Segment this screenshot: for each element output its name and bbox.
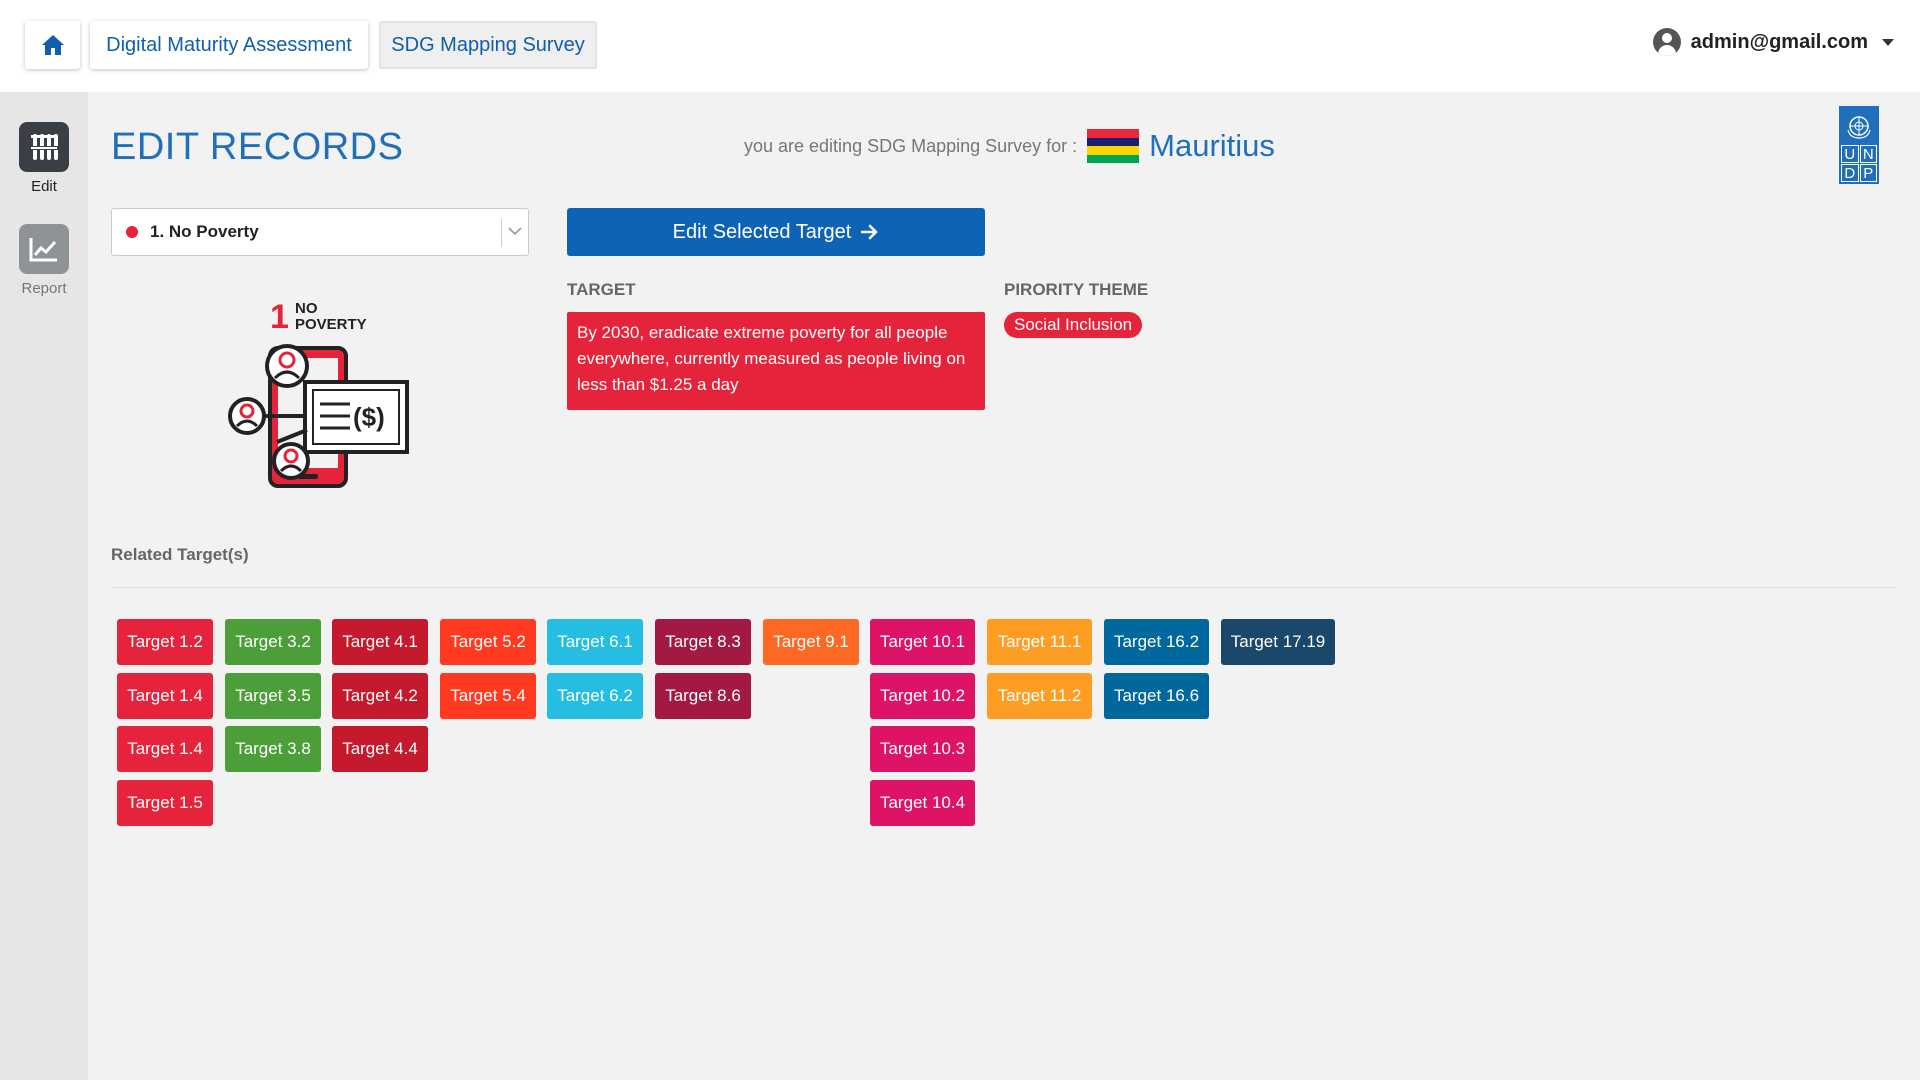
arrow-right-icon [861,224,878,240]
user-icon [1652,28,1681,56]
target-label: TARGET [567,280,636,299]
target-description: By 2030, eradicate extreme poverty for a… [567,312,985,410]
editing-label: you are editing SDG Mapping Survey for : [744,135,1078,156]
goal-select-value: 1. No Poverty [150,222,259,241]
related-target-tag[interactable]: Target 1.4 [117,726,213,772]
sidebar-item-report[interactable]: Report [0,224,88,297]
related-target-tag[interactable]: Target 8.6 [655,673,751,719]
edit-button-label: Edit Selected Target [672,220,852,243]
section-divider [111,587,1897,588]
sidebar-item-label: Report [21,280,67,297]
no-poverty-goal-icon: 1 NO POVERTY ($) [225,296,415,492]
related-target-tag[interactable]: Target 6.1 [547,619,643,665]
related-target-tag[interactable]: Target 5.4 [440,673,536,719]
related-target-tag[interactable]: Target 4.2 [332,673,428,719]
undp-letter: U [1841,145,1859,163]
country-name: Mauritius [1149,128,1275,163]
home-button[interactable] [25,21,80,69]
undp-logo: U N D P [1839,106,1879,184]
undp-letter: D [1841,164,1859,182]
related-target-tag[interactable]: Target 17.19 [1221,619,1335,665]
un-emblem-icon [1841,108,1877,144]
related-target-tag[interactable]: Target 4.1 [332,619,428,665]
goal-icon-text-2: POVERTY [295,316,367,333]
home-icon [41,35,64,55]
related-target-tag[interactable]: Target 10.1 [870,619,975,665]
nav-digital-maturity-assessment[interactable]: Digital Maturity Assessment [90,21,368,69]
user-menu[interactable]: admin@gmail.com [1652,28,1894,56]
sidebar-item-label: Edit [31,178,57,195]
related-target-tag[interactable]: Target 3.2 [225,619,321,665]
related-target-tag[interactable]: Target 10.2 [870,673,975,719]
related-target-tag[interactable]: Target 11.2 [987,673,1092,719]
goal-select[interactable]: 1. No Poverty [111,208,529,256]
goal-icon-number: 1 [270,298,289,336]
related-target-tag[interactable]: Target 1.4 [117,673,213,719]
sidebar: Edit Report [0,92,88,1080]
related-target-tag[interactable]: Target 6.2 [547,673,643,719]
related-target-tag[interactable]: Target 1.5 [117,780,213,826]
page-title: EDIT RECORDS [111,126,404,168]
undp-letter: N [1859,145,1877,163]
related-target-tag[interactable]: Target 9.1 [763,619,859,665]
goal-icon-text-1: NO [295,300,318,317]
top-bar: Digital Maturity Assessment SDG Mapping … [0,0,1920,92]
goal-color-dot [126,226,138,238]
related-target-tag[interactable]: Target 1.2 [117,619,213,665]
country-flag [1087,129,1140,163]
caret-down-icon [1882,38,1894,46]
svg-text:($): ($) [353,402,385,432]
editing-context: you are editing SDG Mapping Survey for :… [744,128,1275,164]
related-target-tag[interactable]: Target 3.8 [225,726,321,772]
priority-theme-label: PIRORITY THEME [1004,280,1149,299]
edit-selected-target-button[interactable]: Edit Selected Target [567,208,985,256]
related-target-tag[interactable]: Target 8.3 [655,619,751,665]
sliders-icon [19,122,69,172]
related-target-tag[interactable]: Target 16.2 [1104,619,1209,665]
sidebar-item-edit[interactable]: Edit [0,122,88,195]
chart-icon [19,224,69,274]
related-target-tag[interactable]: Target 4.4 [332,726,428,772]
chevron-down-icon[interactable] [508,223,522,239]
nav-sdg-mapping-survey[interactable]: SDG Mapping Survey [379,21,597,69]
related-target-tag[interactable]: Target 10.4 [870,780,975,826]
priority-theme-badge: Social Inclusion [1004,312,1143,338]
undp-letter: P [1859,164,1877,182]
related-targets-label: Related Target(s) [111,545,249,564]
related-target-tag[interactable]: Target 3.5 [225,673,321,719]
related-target-tag[interactable]: Target 5.2 [440,619,536,665]
related-target-tag[interactable]: Target 10.3 [870,726,975,772]
select-divider [501,219,502,247]
user-email: admin@gmail.com [1690,30,1868,53]
related-target-tag[interactable]: Target 11.1 [987,619,1092,665]
related-target-tag[interactable]: Target 16.6 [1104,673,1209,719]
